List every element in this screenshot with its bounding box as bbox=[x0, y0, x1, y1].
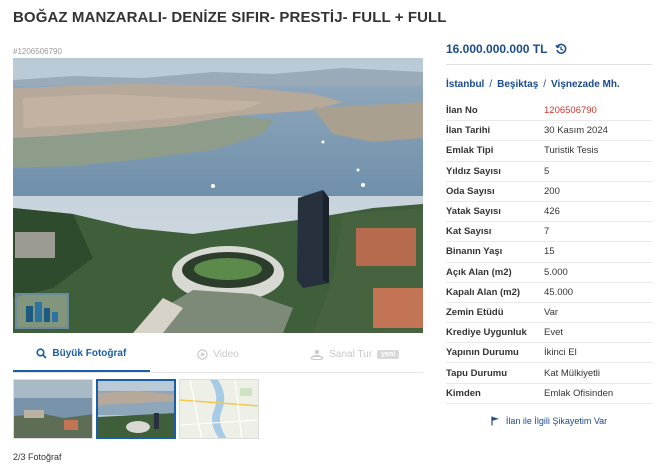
property-row-credit-eligibility: Krediye Uygunluk Evet bbox=[446, 323, 652, 344]
property-row-building-status: Yapının Durumu İkinci El bbox=[446, 343, 652, 364]
property-row-seller: Kimden Emlak Ofisinden bbox=[446, 384, 652, 404]
divider bbox=[446, 64, 652, 65]
property-label: Kat Sayısı bbox=[446, 226, 492, 238]
property-value: 5 bbox=[544, 165, 550, 177]
breadcrumb-location: İstanbul / Beşiktaş / Vişnezade Mh. bbox=[446, 77, 652, 91]
property-value: Turistik Tesis bbox=[544, 145, 599, 157]
thumbnail-strip bbox=[13, 379, 423, 439]
breadcrumb-separator: / bbox=[543, 78, 547, 90]
property-value: 426 bbox=[544, 206, 560, 218]
complaint-link[interactable]: İlan ile İlgili Şikayetim Var bbox=[446, 416, 652, 426]
main-photo[interactable] bbox=[13, 58, 423, 333]
property-value: Var bbox=[544, 306, 559, 318]
tab-virtual-tour[interactable]: Sanal Tur yeni bbox=[286, 337, 423, 372]
location-district-link[interactable]: Beşiktaş bbox=[497, 79, 538, 90]
property-row-rooms: Oda Sayısı 200 bbox=[446, 182, 652, 202]
page-title: BOĞAZ MANZARALI- DENİZE SIFIR- PRESTİJ- … bbox=[13, 9, 447, 26]
magnifier-icon bbox=[36, 348, 48, 359]
photo-counter: 2/3 Fotoğraf bbox=[13, 452, 62, 462]
property-label: Kimden bbox=[446, 387, 481, 399]
property-label: Yatak Sayısı bbox=[446, 206, 501, 218]
new-badge: yeni bbox=[377, 350, 400, 359]
property-label: Açık Alan (m2) bbox=[446, 266, 512, 278]
breadcrumb-separator: / bbox=[489, 78, 493, 90]
property-value: İkinci El bbox=[544, 347, 577, 359]
property-label: Yıldız Sayısı bbox=[446, 165, 501, 177]
property-row-deed-status: Tapu Durumu Kat Mülkiyetli bbox=[446, 363, 652, 384]
flag-icon bbox=[491, 416, 499, 426]
listing-info: 16.000.000.000 TL İstanbul / Beşiktaş / … bbox=[446, 38, 652, 426]
price: 16.000.000.000 TL bbox=[446, 42, 548, 56]
location-neighborhood-link[interactable]: Vişnezade Mh. bbox=[551, 79, 620, 90]
media-tabs: Büyük Fotoğraf Video Sanal Tur yeni bbox=[13, 337, 423, 373]
property-row-beds: Yatak Sayısı 426 bbox=[446, 202, 652, 223]
complaint-link-label: İlan ile İlgili Şikayetim Var bbox=[505, 415, 608, 426]
virtual-tour-icon bbox=[310, 350, 324, 360]
property-row-building-age: Binanın Yaşı 15 bbox=[446, 242, 652, 263]
property-value: 200 bbox=[544, 185, 560, 197]
property-row-type: Emlak Tipi Turistik Tesis bbox=[446, 141, 652, 162]
property-label: Tapu Durumu bbox=[446, 367, 508, 379]
property-value: Kat Mülkiyetli bbox=[544, 367, 600, 379]
tab-large-photo[interactable]: Büyük Fotoğraf bbox=[13, 337, 150, 372]
property-value: 45.000 bbox=[544, 286, 574, 298]
property-label: Emlak Tipi bbox=[446, 145, 494, 157]
property-row-stars: Yıldız Sayısı 5 bbox=[446, 162, 652, 182]
property-value: Evet bbox=[544, 327, 564, 339]
property-value: 5.000 bbox=[544, 266, 568, 278]
property-list: İlan No 1206506790 İlan Tarihi 30 Kasım … bbox=[446, 101, 652, 404]
property-row-open-area: Açık Alan (m2) 5.000 bbox=[446, 263, 652, 283]
property-value: 7 bbox=[544, 226, 550, 238]
agency-logo-watermark bbox=[15, 293, 69, 329]
price-row: 16.000.000.000 TL bbox=[446, 38, 652, 60]
tab-virtual-tour-label: Sanal Tur bbox=[329, 349, 373, 360]
property-label: İlan No bbox=[446, 105, 478, 117]
thumbnail-2-image bbox=[98, 381, 174, 437]
listing-code: #1206506790 bbox=[13, 47, 62, 56]
property-label: Binanın Yaşı bbox=[446, 246, 503, 258]
property-label: Kapalı Alan (m2) bbox=[446, 286, 521, 298]
tab-video[interactable]: Video bbox=[150, 337, 287, 372]
map-thumbnail-image bbox=[180, 380, 258, 438]
property-row-closed-area: Kapalı Alan (m2) 45.000 bbox=[446, 283, 652, 303]
main-photo-image bbox=[13, 58, 423, 333]
property-value: 1206506790 bbox=[544, 105, 597, 117]
thumbnail-3-map[interactable] bbox=[179, 379, 259, 439]
thumbnail-1[interactable] bbox=[13, 379, 93, 439]
gallery: #1206506790 Büyük Fotoğraf Video Sanal T… bbox=[13, 46, 423, 462]
tab-large-photo-label: Büyük Fotoğraf bbox=[52, 348, 127, 359]
thumbnail-1-image bbox=[14, 380, 92, 438]
property-label: İlan Tarihi bbox=[446, 125, 491, 137]
property-value: 15 bbox=[544, 246, 555, 258]
thumbnail-2[interactable] bbox=[96, 379, 176, 439]
property-label: Oda Sayısı bbox=[446, 185, 495, 197]
price-history-icon[interactable] bbox=[555, 43, 567, 55]
property-row-ground-survey: Zemin Etüdü Var bbox=[446, 303, 652, 324]
property-value: 30 Kasım 2024 bbox=[544, 125, 608, 137]
property-label: Krediye Uygunluk bbox=[446, 327, 527, 339]
property-row-listing-no: İlan No 1206506790 bbox=[446, 101, 652, 122]
tab-video-label: Video bbox=[213, 349, 239, 360]
property-row-date: İlan Tarihi 30 Kasım 2024 bbox=[446, 121, 652, 142]
play-icon bbox=[197, 349, 208, 360]
property-label: Yapının Durumu bbox=[446, 347, 519, 359]
agency-logo-icon bbox=[26, 302, 58, 322]
property-row-floors: Kat Sayısı 7 bbox=[446, 222, 652, 243]
location-city-link[interactable]: İstanbul bbox=[446, 79, 484, 90]
property-value: Emlak Ofisinden bbox=[544, 387, 614, 399]
property-label: Zemin Etüdü bbox=[446, 306, 504, 318]
